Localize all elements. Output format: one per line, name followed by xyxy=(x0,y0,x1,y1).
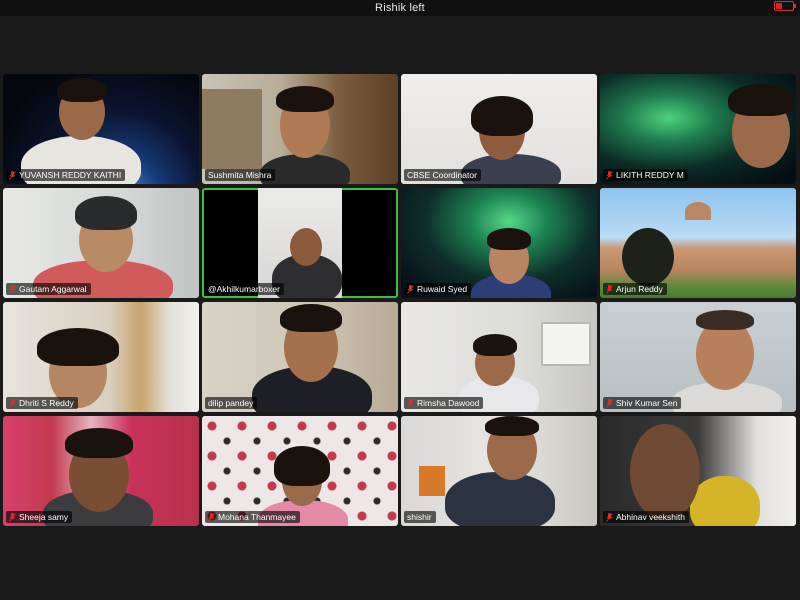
video-tile-12[interactable]: Shiv Kumar Sen xyxy=(600,302,796,412)
participant-name: Sheeja samy xyxy=(19,512,69,522)
mic-muted-icon xyxy=(606,398,613,408)
video-tile-15[interactable]: shishir xyxy=(401,416,597,526)
participant-hair xyxy=(485,416,539,436)
participant-name-tag: Sheeja samy xyxy=(6,511,73,523)
mic-muted-icon xyxy=(407,398,414,408)
participant-name-tag: Mohana Thanmayee xyxy=(205,511,300,523)
video-tile-8[interactable]: Arjun Reddy xyxy=(600,188,796,298)
participant-hair xyxy=(274,446,330,486)
mic-muted-icon xyxy=(9,170,16,180)
participant-name-tag: YUVANSH REDDY KAITHI xyxy=(6,169,126,181)
mic-muted-icon xyxy=(407,284,414,294)
participant-name-tag: Ruwaid Syed xyxy=(404,283,472,295)
participant-name-tag: Gautam Aggarwal xyxy=(6,283,91,295)
dome xyxy=(685,202,711,220)
participant-hair xyxy=(65,428,133,458)
participant-hair xyxy=(471,96,533,136)
participant-name-tag: Shiv Kumar Sen xyxy=(603,397,682,409)
participant-name: @Akhilkumarboxer xyxy=(208,284,280,294)
video-tile-4[interactable]: LIKITH REDDY M xyxy=(600,74,796,184)
participant-face xyxy=(630,424,700,520)
participant-name-tag: Abhinav veekshith xyxy=(603,511,689,523)
participant-hair xyxy=(728,84,794,116)
mic-muted-icon xyxy=(9,398,16,408)
participant-name-tag: dilip pandey xyxy=(205,397,258,409)
battery-level xyxy=(776,3,782,9)
participant-head xyxy=(622,228,674,286)
participant-name-tag: Arjun Reddy xyxy=(603,283,667,295)
mic-muted-icon xyxy=(208,512,215,522)
video-tile-10[interactable]: dilip pandey xyxy=(202,302,398,412)
orange-object xyxy=(419,466,445,496)
window xyxy=(541,322,591,366)
participant-name: shishir xyxy=(407,512,432,522)
video-tile-11[interactable]: Rimsha Dawood xyxy=(401,302,597,412)
participant-name: Shiv Kumar Sen xyxy=(616,398,678,408)
participant-name: Mohana Thanmayee xyxy=(218,512,296,522)
participant-name: dilip pandey xyxy=(208,398,254,408)
participant-video xyxy=(445,472,555,526)
participant-name-tag: Dhriti S Reddy xyxy=(6,397,78,409)
video-tile-1[interactable]: YUVANSH REDDY KAITHI xyxy=(3,74,199,184)
participant-name-tag: LIKITH REDDY M xyxy=(603,169,688,181)
video-tile-13[interactable]: Sheeja samy xyxy=(3,416,199,526)
participant-name: Dhriti S Reddy xyxy=(19,398,74,408)
mic-muted-icon xyxy=(606,170,613,180)
mic-muted-icon xyxy=(606,284,613,294)
participant-name: LIKITH REDDY M xyxy=(616,170,684,180)
participant-face xyxy=(290,228,322,266)
participant-hair xyxy=(280,304,342,332)
participant-name-tag: shishir xyxy=(404,511,436,523)
participant-name-tag: CBSE Coordinator xyxy=(404,169,481,181)
mic-muted-icon xyxy=(9,284,16,294)
participant-name: Arjun Reddy xyxy=(616,284,663,294)
gallery-view: YUVANSH REDDY KAITHI Sushmita Mishra CBS… xyxy=(3,74,799,526)
participant-hair xyxy=(696,310,754,330)
participant-hair xyxy=(37,328,119,366)
participant-hair xyxy=(57,78,107,102)
video-tile-2[interactable]: Sushmita Mishra xyxy=(202,74,398,184)
mic-muted-icon xyxy=(606,512,613,522)
participant-hair xyxy=(75,196,137,230)
video-tile-14[interactable]: Mohana Thanmayee xyxy=(202,416,398,526)
notification-title: Rishik left xyxy=(375,2,425,14)
participant-name: Sushmita Mishra xyxy=(208,170,272,180)
participant-hair xyxy=(487,228,531,250)
participant-name: Gautam Aggarwal xyxy=(19,284,87,294)
video-tile-3[interactable]: CBSE Coordinator xyxy=(401,74,597,184)
participant-name: Abhinav veekshith xyxy=(616,512,685,522)
video-tile-16[interactable]: Abhinav veekshith xyxy=(600,416,796,526)
participant-name: CBSE Coordinator xyxy=(407,170,477,180)
video-tile-7[interactable]: Ruwaid Syed xyxy=(401,188,597,298)
participant-video xyxy=(690,476,760,526)
participant-name: Rimsha Dawood xyxy=(417,398,480,408)
participant-name-tag: Sushmita Mishra xyxy=(205,169,276,181)
battery-icon xyxy=(774,1,796,11)
participant-name-tag: Rimsha Dawood xyxy=(404,397,484,409)
window-title-bar: Rishik left xyxy=(0,0,800,16)
bookshelf xyxy=(202,89,262,169)
status-icons xyxy=(774,1,796,11)
video-tile-6-active-speaker[interactable]: @Akhilkumarboxer xyxy=(202,188,398,298)
participant-hair xyxy=(473,334,517,356)
participant-hair xyxy=(276,86,334,112)
participant-name: Ruwaid Syed xyxy=(417,284,468,294)
participant-name: YUVANSH REDDY KAITHI xyxy=(19,170,122,180)
mic-muted-icon xyxy=(9,512,16,522)
video-tile-5[interactable]: Gautam Aggarwal xyxy=(3,188,199,298)
participant-name-tag: @Akhilkumarboxer xyxy=(205,283,284,295)
video-tile-9[interactable]: Dhriti S Reddy xyxy=(3,302,199,412)
